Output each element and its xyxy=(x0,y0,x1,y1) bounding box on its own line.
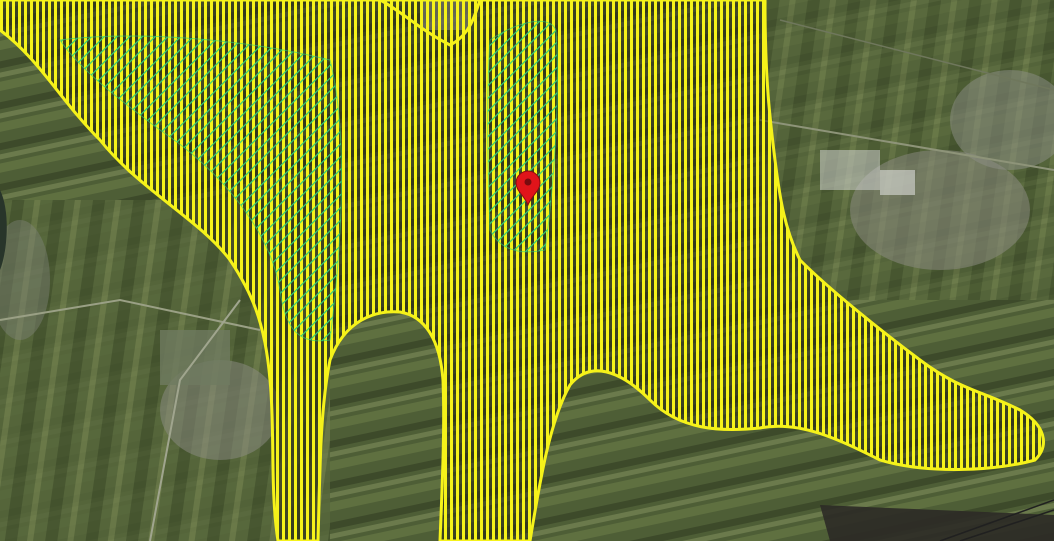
map-canvas[interactable] xyxy=(0,0,1054,541)
map-viewport[interactable] xyxy=(0,0,1054,541)
